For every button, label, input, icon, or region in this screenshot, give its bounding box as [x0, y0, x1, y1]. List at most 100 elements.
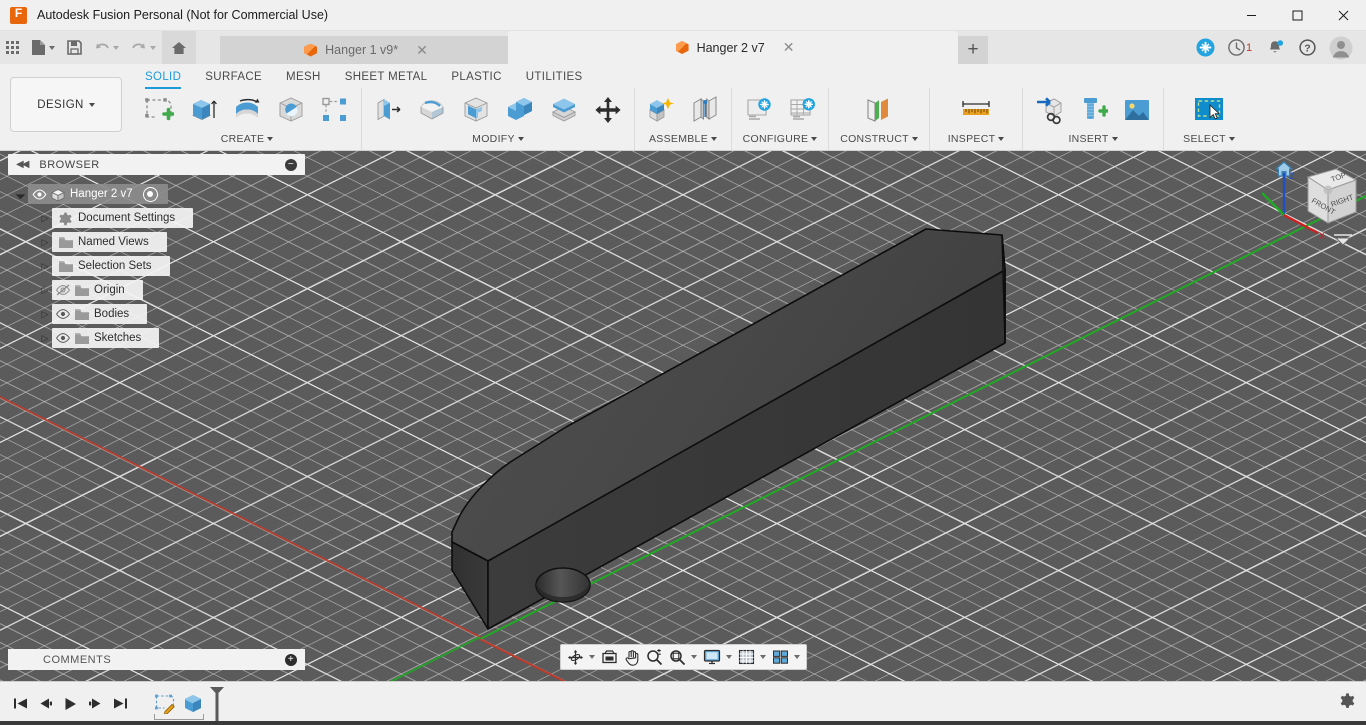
app-grid-icon[interactable] [0, 31, 25, 64]
view-cube[interactable]: Z X TOP FRONT RIGHT [1261, 155, 1358, 255]
browser-panel-header[interactable]: ◀◀ BROWSER − [8, 154, 305, 175]
go-to-end-icon[interactable] [108, 689, 133, 719]
shell-icon[interactable] [455, 89, 497, 131]
ribbon-tab-surface[interactable]: SURFACE [193, 67, 274, 89]
chevron-down-icon[interactable] [811, 137, 818, 141]
undo-icon[interactable] [88, 31, 125, 64]
fit-icon[interactable] [666, 645, 700, 669]
user-avatar-icon[interactable] [1324, 31, 1358, 64]
timeline-marker-icon[interactable] [208, 686, 226, 725]
orbit-icon[interactable] [564, 645, 598, 669]
selected-component-indicator[interactable] [142, 186, 158, 202]
pan-icon[interactable] [621, 645, 643, 669]
combine-icon[interactable] [499, 89, 541, 131]
configuration-table-icon[interactable] [781, 89, 823, 131]
redo-icon[interactable] [125, 31, 162, 64]
visibility-eye-hidden-icon[interactable] [52, 284, 74, 296]
document-tab-hanger-2[interactable]: Hanger 2 v7 ✕ [508, 31, 958, 64]
insert-image-icon[interactable] [1116, 89, 1158, 131]
add-comment-icon[interactable]: + [285, 653, 297, 666]
document-tab-close-button[interactable]: ✕ [783, 39, 795, 56]
twisty-closed-icon[interactable]: ▷ [38, 235, 52, 249]
play-icon[interactable] [58, 689, 83, 719]
extensions-icon[interactable] [1190, 31, 1220, 64]
twisty-closed-icon[interactable]: ▷ [38, 307, 52, 321]
tree-item-document-settings[interactable]: ▷ Document Settings [14, 206, 306, 230]
step-forward-icon[interactable] [83, 689, 108, 719]
chevron-down-icon[interactable] [1228, 137, 1235, 141]
ribbon-tab-sheet-metal[interactable]: SHEET METAL [333, 67, 440, 89]
twisty-closed-icon[interactable]: ▷ [38, 211, 52, 225]
visibility-eye-icon[interactable] [52, 308, 74, 320]
document-tab-hanger-1[interactable]: Hanger 1 v9* ✕ [220, 36, 508, 64]
tree-item-hanger-2[interactable]: ◢ Hanger 2 v7 [14, 182, 306, 206]
viewports-icon[interactable] [769, 645, 803, 669]
go-to-beginning-icon[interactable] [8, 689, 33, 719]
timeline-track[interactable] [0, 721, 1366, 725]
tree-item-sketches[interactable]: ▷ Sketches [14, 326, 306, 350]
look-at-icon[interactable] [598, 645, 621, 669]
maximize-button[interactable] [1274, 0, 1320, 31]
chevron-down-icon[interactable] [726, 655, 732, 659]
insert-mcmaster-icon[interactable] [1072, 89, 1114, 131]
chevron-down-icon[interactable] [267, 137, 274, 141]
chevron-down-icon[interactable] [691, 655, 697, 659]
close-button[interactable] [1320, 0, 1366, 31]
joint-icon[interactable] [684, 89, 726, 131]
pattern-icon[interactable] [314, 89, 356, 131]
visibility-eye-icon[interactable] [28, 188, 50, 200]
ribbon-tab-utilities[interactable]: UTILITIES [514, 67, 595, 89]
settings-gear-icon[interactable] [1339, 692, 1356, 715]
minimize-panel-icon[interactable]: − [285, 158, 297, 171]
twisty-closed-icon[interactable]: ▷ [38, 283, 52, 297]
insert-derive-icon[interactable] [1028, 89, 1070, 131]
job-status-icon[interactable]: 1 [1222, 31, 1258, 64]
home-icon[interactable] [162, 31, 196, 64]
help-icon[interactable]: ? [1292, 31, 1322, 64]
fillet-icon[interactable] [411, 89, 453, 131]
chevron-down-icon[interactable] [760, 655, 766, 659]
comments-panel-header[interactable]: COMMENTS + [8, 649, 305, 670]
measure-icon[interactable] [955, 89, 997, 131]
viewport-canvas[interactable]: ◀◀ BROWSER − ◢ Hanger 2 v7 ▷ Document Se… [0, 151, 1366, 681]
revolve-icon[interactable] [226, 89, 268, 131]
tree-item-origin[interactable]: ▷ Origin [14, 278, 306, 302]
press-pull-icon[interactable] [367, 89, 409, 131]
visibility-eye-icon[interactable] [52, 332, 74, 344]
display-settings-icon[interactable] [700, 645, 735, 669]
collapse-left-icon[interactable]: ◀◀ [16, 159, 29, 170]
twisty-closed-icon[interactable]: ▷ [38, 331, 52, 345]
new-component-icon[interactable] [640, 89, 682, 131]
notifications-bell-icon[interactable] [1260, 31, 1290, 64]
tree-item-bodies[interactable]: ▷ Bodies [14, 302, 306, 326]
ribbon-tab-plastic[interactable]: PLASTIC [439, 67, 513, 89]
minimize-button[interactable] [1228, 0, 1274, 31]
workspace-selector-button[interactable]: DESIGN [10, 77, 122, 132]
sphere-icon[interactable] [270, 89, 312, 131]
chevron-down-icon[interactable] [794, 655, 800, 659]
ribbon-tab-mesh[interactable]: MESH [274, 67, 333, 89]
save-icon[interactable] [61, 31, 88, 64]
tree-item-named-views[interactable]: ▷ Named Views [14, 230, 306, 254]
chevron-down-icon[interactable] [711, 137, 717, 141]
grid-snaps-icon[interactable] [735, 645, 769, 669]
select-window-icon[interactable] [1188, 89, 1230, 131]
step-back-icon[interactable] [33, 689, 58, 719]
chevron-down-icon[interactable] [911, 137, 918, 141]
chevron-down-icon[interactable] [517, 137, 524, 141]
new-document-tab-button[interactable]: + [958, 36, 988, 64]
offset-plane-icon[interactable] [858, 89, 900, 131]
twisty-closed-icon[interactable]: ▷ [38, 259, 52, 273]
ribbon-tab-solid[interactable]: SOLID [133, 67, 193, 89]
zoom-icon[interactable] [643, 645, 666, 669]
document-tab-close-button[interactable]: ✕ [416, 42, 428, 59]
chevron-down-icon[interactable] [998, 137, 1005, 141]
new-file-icon[interactable] [25, 31, 61, 64]
move-copy-icon[interactable] [587, 89, 629, 131]
extrude-icon[interactable] [182, 89, 224, 131]
configure-design-icon[interactable] [737, 89, 779, 131]
offset-face-icon[interactable] [543, 89, 585, 131]
chevron-down-icon[interactable] [589, 655, 595, 659]
create-sketch-icon[interactable] [138, 89, 180, 131]
tree-item-selection-sets[interactable]: ▷ Selection Sets [14, 254, 306, 278]
